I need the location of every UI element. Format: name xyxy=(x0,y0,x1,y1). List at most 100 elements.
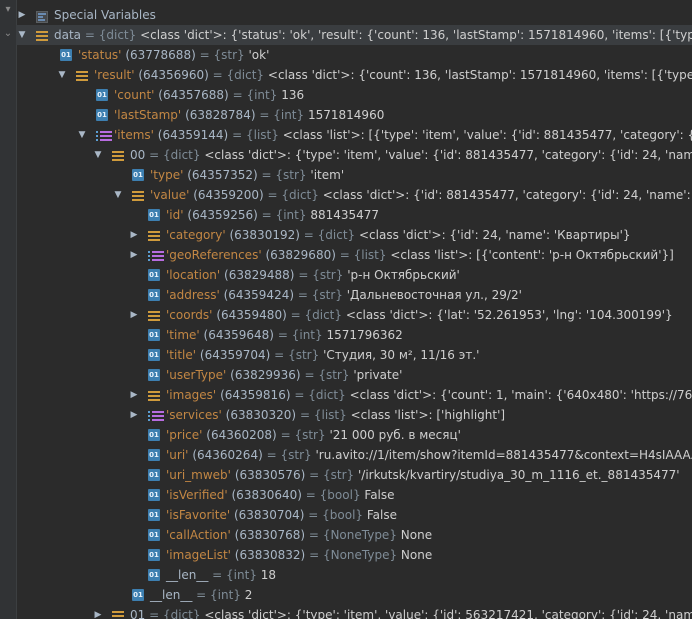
variable-value: <class 'dict'>: {'count': 1, 'main': {'6… xyxy=(349,388,692,402)
variable-address: (63830640) xyxy=(231,488,302,502)
primitive-value-icon: 01 xyxy=(96,89,108,101)
variable-address: (64359200) xyxy=(193,188,264,202)
dict-icon xyxy=(148,389,160,401)
collapse-arrow-icon[interactable]: ⌄ xyxy=(2,28,14,40)
variable-address: (64360264) xyxy=(192,448,263,462)
variable-value: <class 'dict'>: {'type': 'item', 'value'… xyxy=(204,608,692,619)
variable-name: 'userType' xyxy=(166,368,227,382)
dict-icon xyxy=(132,189,144,201)
variable-value: 'Студия, 30 м², 11/16 эт.' xyxy=(323,348,480,362)
variable-address: (63830320) xyxy=(225,408,297,422)
expanded-arrow-icon[interactable]: ▼ xyxy=(112,185,124,205)
variable-address: (63829680) xyxy=(265,248,336,262)
primitive-value-icon: 01 xyxy=(148,549,160,561)
tree-row-text: 'items' (64359144) = {list} <class 'list… xyxy=(114,125,692,145)
variable-value: <class 'list'>: [{'type': 'item', 'value… xyxy=(282,128,692,142)
equals-sign: = xyxy=(199,48,210,62)
variable-value: '/irkutsk/kvartiry/studiya_30_m_1116_et.… xyxy=(357,468,680,482)
variable-value: <class 'list'>: [{'content': 'р-н Октябр… xyxy=(390,248,674,262)
variable-name: 'imageList' xyxy=(166,548,231,562)
tree-row-text: 'isVerified' (63830640) = {bool} False xyxy=(166,485,395,505)
variable-value: 'private' xyxy=(353,368,403,382)
variable-type: {int} xyxy=(273,108,305,122)
primitive-value-icon: 01 xyxy=(148,289,160,301)
variable-type: {str} xyxy=(280,448,312,462)
primitive-value-icon: 01 xyxy=(148,329,160,341)
equals-sign: = xyxy=(294,388,305,402)
tree-row-text: 'isFavorite' (63830704) = {bool} False xyxy=(166,505,397,525)
dict-icon xyxy=(76,69,88,81)
collapsed-arrow-icon[interactable]: ▶ xyxy=(92,605,104,619)
variable-type: {bool} xyxy=(322,508,364,522)
variable-value: 2 xyxy=(244,588,253,602)
expanded-arrow-icon[interactable]: ▼ xyxy=(76,125,88,145)
expanded-arrow-icon[interactable]: ▼ xyxy=(56,65,68,85)
primitive-value-icon: 01 xyxy=(148,569,160,581)
collapsed-arrow-icon[interactable]: ▶ xyxy=(128,405,140,425)
variable-address: (64359424) xyxy=(223,288,295,302)
variable-name: Special Variables xyxy=(54,8,156,22)
tree-row-text: 'callAction' (63830768) = {NoneType} Non… xyxy=(166,525,432,545)
expanded-arrow-icon[interactable]: ▼ xyxy=(92,145,104,165)
variable-address: (63830192) xyxy=(229,228,300,242)
list-icon xyxy=(148,409,164,421)
expanded-arrow-icon[interactable]: ▼ xyxy=(16,25,28,45)
variable-type: {str} xyxy=(275,168,307,182)
equals-sign: = xyxy=(280,428,291,442)
tree-row-text: 'uri' (64360264) = {str} 'ru.avito://1/i… xyxy=(166,445,692,465)
variable-address: (64356960) xyxy=(138,68,209,82)
variable-value: <class 'dict'>: {'id': 881435477, 'categ… xyxy=(322,188,692,202)
variable-name: 'id' xyxy=(166,208,184,222)
variable-type: {int} xyxy=(210,588,241,602)
collapsed-arrow-icon[interactable]: ▶ xyxy=(128,245,140,265)
variable-name: 00 xyxy=(130,148,146,162)
collapsed-arrow-icon[interactable]: ▶ xyxy=(16,5,28,25)
collapsed-arrow-icon[interactable]: ▶ xyxy=(128,385,140,405)
primitive-value-icon: 01 xyxy=(148,509,160,521)
equals-sign: = xyxy=(196,588,207,602)
variable-type: {dict} xyxy=(226,68,265,82)
equals-sign: = xyxy=(84,28,95,42)
list-icon xyxy=(148,249,164,261)
tree-row-text: __len__ = {int} 2 xyxy=(150,585,252,605)
equals-sign: = xyxy=(299,408,311,422)
tree-row-text: 'type' (64357352) = {str} 'item' xyxy=(150,165,344,185)
variable-address: (64359704) xyxy=(199,348,271,362)
variable-name: 'status' xyxy=(78,48,122,62)
variable-address: (63830576) xyxy=(234,468,306,482)
primitive-value-icon: 01 xyxy=(148,369,160,381)
equals-sign: = xyxy=(259,108,270,122)
variable-address: (64359256) xyxy=(187,208,258,222)
dict-icon xyxy=(36,29,48,41)
collapsed-arrow-icon[interactable]: ▶ xyxy=(128,225,140,245)
tree-row[interactable]: ▼ data = {dict} <class 'dict'>: {'status'… xyxy=(16,25,692,45)
variable-value: False xyxy=(364,488,395,502)
variable-value: None xyxy=(400,528,433,542)
dict-icon xyxy=(112,609,124,619)
collapsed-arrow-icon[interactable]: ▶ xyxy=(128,305,140,325)
equals-sign: = xyxy=(232,128,243,142)
variable-name: 'time' xyxy=(166,328,200,342)
variable-type: {dict} xyxy=(304,308,343,322)
equals-sign: = xyxy=(339,248,350,262)
variable-value: 1571796362 xyxy=(326,328,403,342)
primitive-value-icon: 01 xyxy=(148,429,160,441)
view-toggle-icon[interactable]: ▾ xyxy=(2,4,14,16)
variable-type: {str} xyxy=(288,348,320,362)
primitive-value-icon: 01 xyxy=(148,529,160,541)
variable-value: <class 'dict'>: {'id': 24, 'name': 'Квар… xyxy=(359,228,631,242)
variable-value: '21 000 руб. в месяц' xyxy=(329,428,461,442)
primitive-value-icon: 01 xyxy=(148,349,160,361)
variable-type: {dict} xyxy=(308,388,346,402)
variable-address: (64357352) xyxy=(187,168,258,182)
tree-row-text: 'location' (63829488) = {str} 'р-н Октяб… xyxy=(166,265,460,285)
variable-value: <class 'list'>: ['highlight'] xyxy=(350,408,506,422)
tree-row-text: 'id' (64359256) = {int} 881435477 xyxy=(166,205,379,225)
variable-name: __len__ xyxy=(150,588,193,602)
tree-row-text: data = {dict} <class 'dict'>: {'status':… xyxy=(54,25,692,45)
variable-value: 'item' xyxy=(310,168,345,182)
dict-icon xyxy=(148,229,160,241)
variable-name: 'price' xyxy=(166,428,203,442)
equals-sign: = xyxy=(290,308,301,322)
variable-value: <class 'dict'>: {'type': 'item', 'value'… xyxy=(204,148,692,162)
